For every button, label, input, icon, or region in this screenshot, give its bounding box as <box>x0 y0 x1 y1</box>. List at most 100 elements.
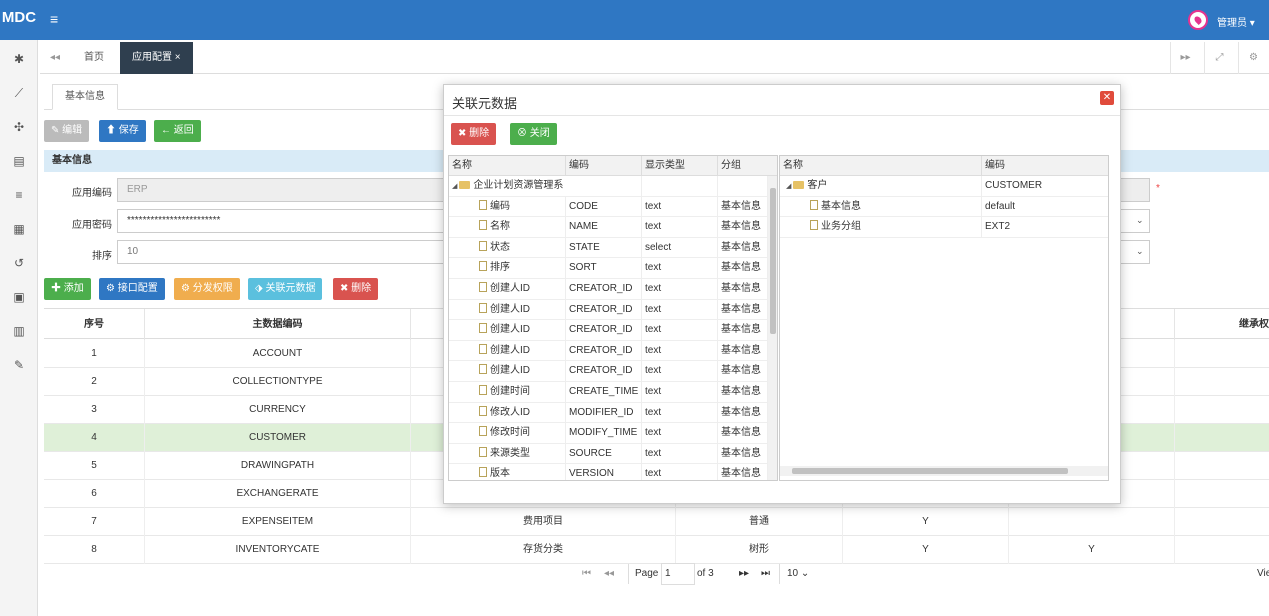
table-cell <box>1174 424 1269 452</box>
table-cell <box>1174 368 1269 396</box>
tab-scroll-right-icon[interactable]: ▸▸ <box>1170 42 1200 74</box>
field-name: 创建人ID <box>490 324 530 336</box>
field-code: SOURCE <box>566 443 642 464</box>
tree-row[interactable]: ◢ 企业计划资源管理系 <box>449 176 768 197</box>
distribute-permission-button[interactable]: ⚙ 分发权限 <box>174 278 240 300</box>
tree-cell: 版本 <box>449 464 566 480</box>
file-icon <box>479 343 487 354</box>
divider <box>779 564 780 584</box>
database-icon[interactable]: ▤ <box>0 154 38 168</box>
tree-row[interactable]: 排序 SORT text 基本信息 <box>449 258 768 279</box>
calendar-icon[interactable]: ▥ <box>0 324 38 338</box>
col-header-group[interactable]: 分组 <box>718 156 777 176</box>
chart-icon[interactable]: ⟋ <box>0 86 38 101</box>
field-display-type: text <box>642 258 718 279</box>
tab-app-config[interactable]: 应用配置 × <box>120 42 193 74</box>
user-menu[interactable]: 管理员 ▾ <box>1217 14 1255 29</box>
chevron-down-icon[interactable]: ⌄ <box>1136 215 1144 226</box>
field-name: 名称 <box>490 221 510 233</box>
edit-button[interactable]: ✎ 编辑 <box>44 120 90 142</box>
dialog-close-button[interactable]: ⊗ 关闭 <box>510 123 557 145</box>
history-icon[interactable]: ↺ <box>0 256 38 270</box>
close-icon: ✖ <box>458 128 470 139</box>
api-config-button[interactable]: ⚙ 接口配置 <box>99 278 165 300</box>
col-header-index[interactable]: 序号 <box>44 309 144 340</box>
back-button[interactable]: ← 返回 <box>154 120 201 142</box>
file-icon <box>810 199 818 210</box>
avatar[interactable] <box>1188 10 1208 30</box>
app-logo[interactable]: MDC <box>0 9 38 26</box>
spinner-icon[interactable]: ✣ <box>0 120 38 134</box>
tree-row[interactable]: 来源类型 SOURCE text 基本信息 <box>449 443 768 465</box>
caret-down-icon[interactable]: ◢ <box>786 177 791 196</box>
tree-row[interactable]: 状态 STATE select 基本信息 <box>449 237 768 259</box>
settings-icon[interactable]: ⚙ <box>1238 42 1268 74</box>
tree-cell: 创建人ID <box>449 340 566 361</box>
caret-down-icon[interactable]: ◢ <box>452 177 457 196</box>
col-header-name[interactable]: 名称 <box>780 156 982 176</box>
fullscreen-icon[interactable]: ⤢ <box>1204 42 1234 74</box>
tree-row[interactable]: ◢ 客户 CUSTOMER <box>780 176 1108 197</box>
tree-row[interactable]: 编码 CODE text 基本信息 <box>449 196 768 218</box>
page-size-select[interactable]: 10 ⌄ <box>787 568 809 579</box>
first-page-icon[interactable]: ⏮ <box>582 568 591 579</box>
tab-scroll-left-icon[interactable]: ◂◂ <box>40 42 70 74</box>
add-button[interactable]: ✚ 添加 <box>44 278 91 300</box>
prev-page-icon[interactable]: ◂◂ <box>604 568 614 579</box>
tree-row[interactable]: 创建人ID CREATOR_ID text 基本信息 <box>449 299 768 321</box>
list-icon[interactable]: ≡ <box>0 188 38 202</box>
table-icon[interactable]: ▦ <box>0 222 38 236</box>
col-header-inherit[interactable]: 继承权 <box>1174 309 1269 340</box>
order-label: 排序 <box>92 251 112 262</box>
dashboard-icon[interactable]: ✱ <box>0 52 38 66</box>
tab-basic-info[interactable]: 基本信息 <box>52 84 118 110</box>
link-metadata-label: 关联元数据 <box>265 283 316 294</box>
col-header-display-type[interactable]: 显示类型 <box>642 156 718 176</box>
close-icon[interactable]: ✕ <box>1100 91 1114 105</box>
wrench-icon[interactable]: ✎ <box>0 358 38 372</box>
chevron-down-icon[interactable]: ⌄ <box>1136 246 1144 257</box>
dialog-delete-button[interactable]: ✖ 删除 <box>451 123 497 145</box>
col-header-name[interactable]: 名称 <box>449 156 566 176</box>
tree-cell: 来源类型 <box>449 443 566 464</box>
tab-home[interactable]: 首页 <box>72 42 116 74</box>
table-cell: 4 <box>91 432 97 443</box>
tree-row[interactable]: 修改时间 MODIFY_TIME text 基本信息 <box>449 423 768 444</box>
divider <box>628 564 629 584</box>
menu-icon[interactable]: ≡ <box>50 11 58 27</box>
tree-cell: 修改时间 <box>449 423 566 444</box>
tree-cell: ◢ 客户 <box>780 176 982 196</box>
delete-button[interactable]: ✖ 删除 <box>333 278 379 300</box>
tree-row[interactable]: 版本 VERSION text 基本信息 <box>449 464 768 480</box>
tree-row[interactable]: 创建人ID CREATOR_ID text 基本信息 <box>449 279 768 300</box>
page-input[interactable]: 1 <box>661 563 695 585</box>
permission-label: 分发权限 <box>192 283 233 294</box>
last-page-icon[interactable]: ⏭ <box>761 568 770 579</box>
field-group: 基本信息 <box>718 217 768 238</box>
col-header-code[interactable]: 编码 <box>566 156 642 176</box>
tree-row[interactable]: 创建人ID CREATOR_ID text 基本信息 <box>449 361 768 382</box>
tree-cell: 基本信息 <box>780 196 982 217</box>
col-header-code[interactable]: 编码 <box>982 156 1108 176</box>
tree-row[interactable]: 业务分组 EXT2 <box>780 217 1108 238</box>
table-cell: 5 <box>91 460 97 471</box>
scrollbar-thumb[interactable] <box>770 188 776 334</box>
save-button[interactable]: ⬆ 保存 <box>99 120 146 142</box>
next-page-icon[interactable]: ▸▸ <box>739 568 749 579</box>
gear-icon: ⚙ <box>181 283 193 294</box>
tree-row[interactable]: 基本信息 default <box>780 196 1108 218</box>
field-group: 基本信息 <box>718 279 768 299</box>
table-cell <box>1008 508 1174 536</box>
film-icon[interactable]: ▣ <box>0 290 38 304</box>
link-metadata-button[interactable]: ⬗ 关联元数据 <box>248 278 323 300</box>
tree-row[interactable]: 创建人ID CREATOR_ID text 基本信息 <box>449 340 768 362</box>
table-row[interactable]: 7 EXPENSEITEM 费用项目 普通 Y <box>44 508 1269 536</box>
tree-row[interactable]: 名称 NAME text 基本信息 <box>449 217 768 238</box>
tree-row[interactable]: 修改人ID MODIFIER_ID text 基本信息 <box>449 402 768 424</box>
field-display-type: text <box>642 443 718 464</box>
scrollbar-thumb[interactable] <box>792 468 1068 474</box>
tree-row[interactable]: 创建人ID CREATOR_ID text 基本信息 <box>449 320 768 341</box>
tree-row[interactable]: 创建时间 CREATE_TIME text 基本信息 <box>449 382 768 403</box>
col-header-code[interactable]: 主数据编码 <box>144 309 410 340</box>
field-group: 基本信息 <box>718 340 768 361</box>
